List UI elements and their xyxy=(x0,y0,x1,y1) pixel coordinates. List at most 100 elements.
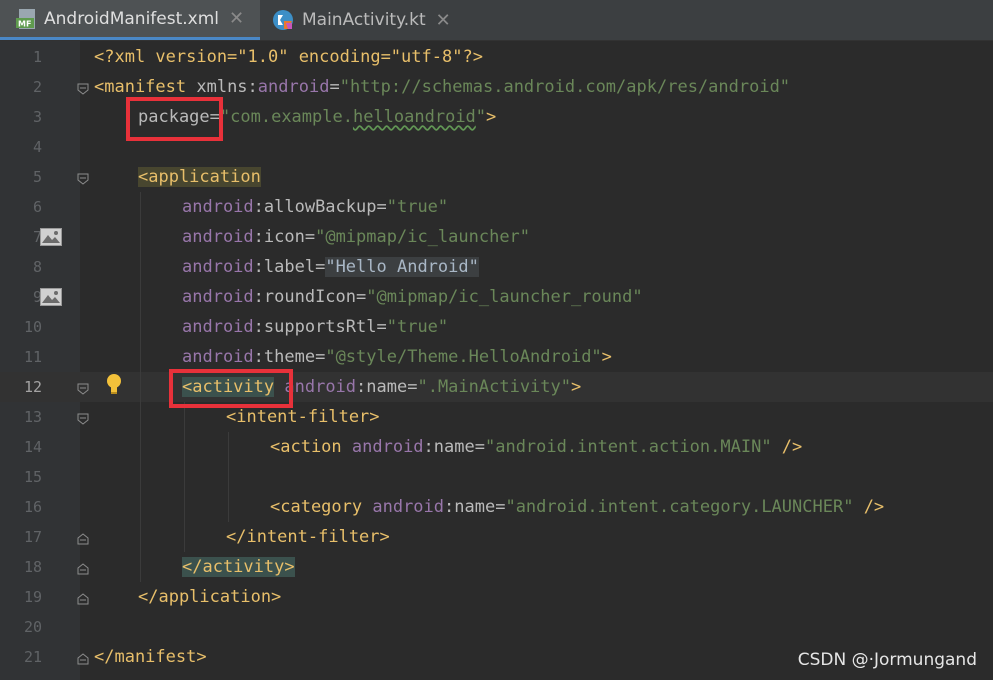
image-preview-icon[interactable] xyxy=(40,288,62,306)
tag: <category xyxy=(270,497,373,517)
equals: = xyxy=(376,317,387,337)
tag: > xyxy=(601,347,612,367)
namespace: android xyxy=(182,257,254,277)
namespace: android xyxy=(284,377,357,397)
equals: = xyxy=(474,437,485,457)
tag: </intent-filter> xyxy=(226,527,390,547)
value: " xyxy=(475,107,487,127)
fold-marker-icon[interactable] xyxy=(77,170,89,185)
tab-label: MainActivity.kt xyxy=(302,10,426,30)
namespace: android xyxy=(372,497,445,517)
attribute: :supportsRtl xyxy=(253,317,377,337)
value-folded-string: "Hello Android" xyxy=(325,257,479,277)
line-number: 20 xyxy=(23,618,42,636)
fold-end-marker-icon[interactable] xyxy=(77,650,89,665)
value: "http://schemas.android.com/apk/res/andr… xyxy=(339,77,791,97)
manifest-icon-text: MF xyxy=(18,19,31,28)
equals: = xyxy=(304,227,316,247)
tag: > xyxy=(571,377,582,397)
line-number: 5 xyxy=(32,168,42,186)
indent-guide xyxy=(184,402,185,552)
equals: = xyxy=(407,377,418,397)
fold-marker-icon[interactable] xyxy=(77,380,89,395)
code-line-18: </activity> xyxy=(182,552,295,582)
value: "@mipmap/ic_launcher" xyxy=(315,227,531,247)
tab-androidmanifest[interactable]: MF AndroidManifest.xml ✕ xyxy=(0,0,260,40)
attribute: :icon xyxy=(253,227,305,247)
value: "android.intent.action.MAIN" xyxy=(484,437,772,457)
line-number: 21 xyxy=(23,648,42,666)
line-number: 16 xyxy=(23,498,42,516)
value: "com.example. xyxy=(219,107,353,127)
fold-end-marker-icon[interactable] xyxy=(77,560,89,575)
fold-end-marker-icon[interactable] xyxy=(77,530,89,545)
indent-guide xyxy=(140,192,141,582)
namespace: android xyxy=(182,347,254,367)
code-line-14: <action android:name="android.intent.act… xyxy=(270,432,802,462)
watermark: CSDN @·Jormungand xyxy=(797,650,977,670)
line-number: 10 xyxy=(23,318,42,336)
value: "@style/Theme.HelloAndroid" xyxy=(325,347,602,367)
namespace: android xyxy=(257,77,330,97)
tag: /> xyxy=(771,437,803,457)
colon: : xyxy=(247,77,258,97)
tag: <manifest xyxy=(94,77,197,97)
attribute: :theme xyxy=(253,347,316,367)
fold-end-marker-icon[interactable] xyxy=(77,590,89,605)
image-preview-icon[interactable] xyxy=(40,228,62,246)
value: "true" xyxy=(386,317,449,337)
line-number: 3 xyxy=(32,108,42,126)
attribute: :name xyxy=(356,377,408,397)
code-line-17: </intent-filter> xyxy=(226,522,390,552)
line-number-current: 12 xyxy=(23,378,42,396)
line-number: 2 xyxy=(32,78,42,96)
code-line-1: <?xml version="1.0" encoding="utf-8"?> xyxy=(94,42,483,72)
kotlin-class-icon xyxy=(272,9,294,31)
line-number: 11 xyxy=(23,348,42,366)
code-line-10: android:supportsRtl="true" xyxy=(182,312,448,342)
code-line-8: android:label="Hello Android" xyxy=(182,252,479,282)
line-number: 7 xyxy=(32,228,42,246)
manifest-file-icon: MF xyxy=(16,8,38,30)
code-line-7: android:icon="@mipmap/ic_launcher" xyxy=(182,222,530,252)
close-icon[interactable]: ✕ xyxy=(436,10,451,31)
code-line-11: android:theme="@style/Theme.HelloAndroid… xyxy=(182,342,612,372)
equals: = xyxy=(315,257,326,277)
line-number: 14 xyxy=(23,438,42,456)
code-line-6: android:allowBackup="true" xyxy=(182,192,448,222)
namespace: android xyxy=(182,227,254,247)
tag-activity-close: </activity> xyxy=(182,557,295,577)
tag: </manifest> xyxy=(94,647,207,667)
attribute: :name xyxy=(423,437,475,457)
close-icon[interactable]: ✕ xyxy=(229,8,244,29)
tag-application: <application xyxy=(138,167,261,187)
indent-guide xyxy=(228,432,229,522)
code-line-16: <category android:name="android.intent.c… xyxy=(270,492,884,522)
xml-declaration: <?xml version="1.0" encoding="utf-8"?> xyxy=(94,47,483,67)
tab-mainactivity[interactable]: MainActivity.kt ✕ xyxy=(272,0,472,40)
equals: = xyxy=(315,347,326,367)
annotation-box-activity xyxy=(169,369,293,408)
equals: = xyxy=(376,197,387,217)
attribute: xmlns xyxy=(196,77,248,97)
attribute: :name xyxy=(444,497,496,517)
value: "true" xyxy=(386,197,449,217)
code-line-9: android:roundIcon="@mipmap/ic_launcher_r… xyxy=(182,282,643,312)
tag: <intent-filter> xyxy=(226,407,380,427)
value: ".MainActivity" xyxy=(417,377,571,397)
fold-marker-icon[interactable] xyxy=(77,410,89,425)
tag: <action xyxy=(270,437,352,457)
tab-label: AndroidManifest.xml xyxy=(44,8,220,29)
tag: </application> xyxy=(138,587,282,607)
tag: /> xyxy=(853,497,885,517)
annotation-box-package xyxy=(126,97,223,141)
line-number: 13 xyxy=(23,408,42,426)
lightbulb-icon[interactable] xyxy=(104,372,124,396)
namespace: android xyxy=(351,437,424,457)
fold-marker-icon[interactable] xyxy=(77,80,89,95)
editor-tab-bar: MF AndroidManifest.xml ✕ MainActivity.kt… xyxy=(0,0,993,41)
code-line-21: </manifest> xyxy=(94,642,207,672)
line-number: 4 xyxy=(32,138,42,156)
namespace: android xyxy=(182,197,254,217)
attribute: :allowBackup xyxy=(253,197,377,217)
